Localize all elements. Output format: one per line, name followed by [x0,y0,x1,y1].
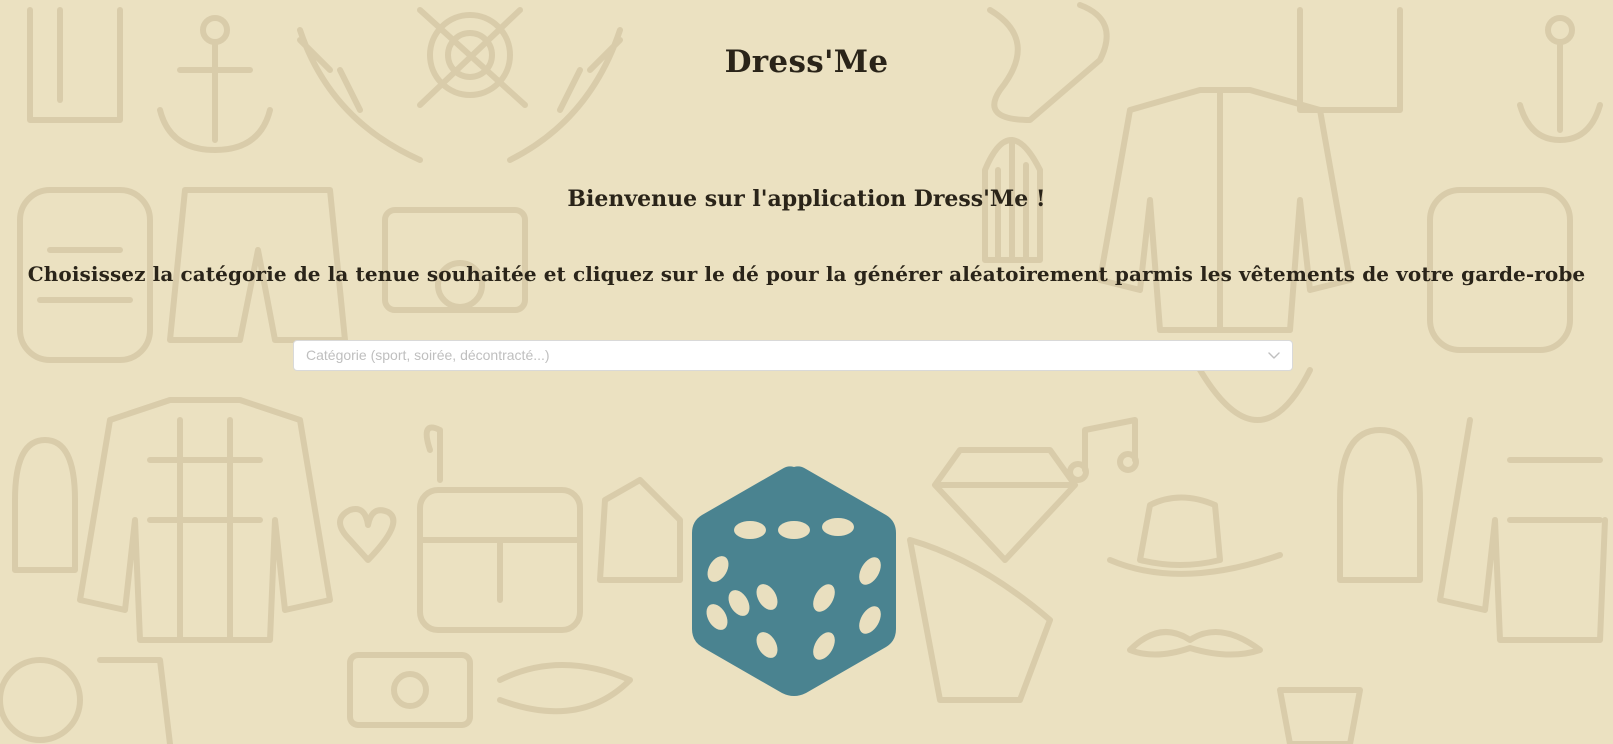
page-title: Dress'Me [724,44,889,80]
category-select-placeholder: Catégorie (sport, soirée, décontracté...… [306,347,550,363]
instructions-text: Choisissez la catégorie de la tenue souh… [27,262,1586,286]
dice-icon [692,466,896,696]
category-select[interactable]: Catégorie (sport, soirée, décontracté...… [293,340,1293,371]
welcome-message: Bienvenue sur l'application Dress'Me ! [567,186,1046,212]
dice-button[interactable] [688,463,900,699]
chevron-down-icon [1268,352,1280,359]
main-content: Dress'Me Bienvenue sur l'application Dre… [0,0,1613,744]
